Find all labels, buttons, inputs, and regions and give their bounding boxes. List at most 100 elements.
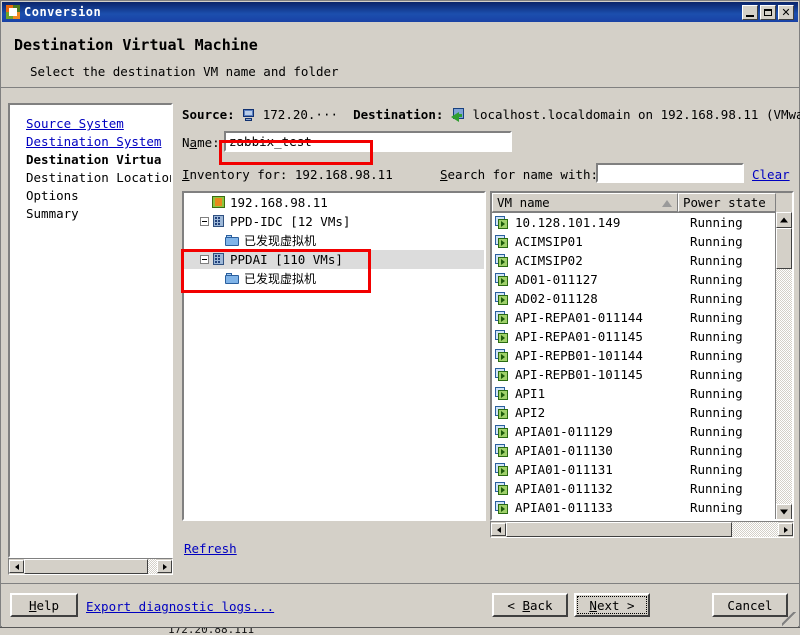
vm-list-row[interactable]: API-REPA01-011145 Running: [492, 327, 776, 346]
vm-name-input[interactable]: [224, 131, 512, 152]
vm-list-header: VM name Power state: [492, 193, 792, 213]
vm-scroll-track[interactable]: [776, 228, 792, 504]
scroll-left-icon[interactable]: [491, 523, 506, 536]
sidebar-scroll-track[interactable]: [24, 559, 157, 574]
tree-node-ppd-idc[interactable]: PPD-IDC [12 VMs]: [184, 212, 484, 231]
vm-name-cell: API2: [515, 405, 546, 420]
scroll-down-icon[interactable]: [776, 504, 792, 519]
vm-name-cell: ACIMSIP01: [515, 234, 583, 249]
vm-power-state-cell: Running: [689, 348, 743, 363]
page-header: Destination Virtual Machine Select the d…: [2, 22, 798, 88]
datacenter-icon: [212, 215, 226, 228]
vm-power-state-cell: Running: [689, 272, 743, 287]
vm-name-cell: API1: [515, 386, 546, 401]
folder-icon: [225, 234, 240, 247]
tree-node-label: PPD-IDC [12 VMs]: [230, 214, 351, 229]
vm-list-body[interactable]: 10.128.101.149 Running ACIMSIP01 Running ACI…: [492, 213, 776, 519]
virtual-machine-icon: [495, 273, 510, 286]
vm-list-row[interactable]: AD02-011128 Running: [492, 289, 776, 308]
sidebar-horizontal-scrollbar[interactable]: [8, 558, 173, 575]
column-header-label: Power state: [683, 195, 766, 210]
column-header-vm-name[interactable]: VM name: [492, 193, 678, 212]
sidebar-item-destination-system[interactable]: Destination System: [10, 133, 171, 151]
tree-node-ppdai-discovered-vms[interactable]: 已发现虚拟机: [184, 269, 484, 288]
source-value: 172.20.···: [262, 107, 339, 122]
vm-power-state-cell: Running: [689, 253, 743, 268]
vm-list-row[interactable]: APIA01-011131 Running: [492, 460, 776, 479]
vm-name-cell: API-REPB01-101144: [515, 348, 643, 363]
source-label: Source:: [182, 107, 235, 122]
virtual-machine-icon: [495, 235, 510, 248]
scroll-left-icon[interactable]: [9, 560, 24, 573]
tree-node-label: 192.168.98.11: [230, 195, 328, 210]
vm-hscroll-track[interactable]: [506, 522, 778, 537]
maximize-button[interactable]: [760, 4, 776, 20]
content-area: Source System Destination System Destina…: [2, 89, 800, 583]
sidebar-item-summary[interactable]: Summary: [10, 205, 171, 223]
folder-icon: [225, 272, 240, 285]
title-bar: Conversion ✕: [2, 2, 798, 22]
vm-list-row[interactable]: APIA01-011132 Running: [492, 479, 776, 498]
sidebar-item-destination-virtual-machine[interactable]: Destination Virtua: [10, 151, 171, 169]
virtual-machine-icon: [495, 292, 510, 305]
vm-list-row[interactable]: ACIMSIP02 Running: [492, 251, 776, 270]
resize-grip[interactable]: [782, 612, 796, 626]
name-row: Name:: [182, 131, 792, 153]
cancel-button[interactable]: Cancel: [712, 593, 788, 617]
vm-power-state-cell: Running: [689, 329, 743, 344]
computer-icon: [242, 109, 255, 121]
refresh-link[interactable]: Refresh: [184, 541, 237, 556]
column-header-power-state[interactable]: Power state: [678, 193, 776, 212]
inventory-tree[interactable]: 192.168.98.11 PPD-IDC [12 VMs] 已发现虚拟机 PP…: [182, 191, 486, 521]
search-label: Search for name with:: [440, 167, 599, 182]
vm-list-row[interactable]: API-REPA01-011144 Running: [492, 308, 776, 327]
tree-node-root[interactable]: 192.168.98.11: [184, 193, 484, 212]
vm-list-row[interactable]: API2 Running: [492, 403, 776, 422]
vm-power-state-cell: Running: [689, 443, 743, 458]
inventory-label: Inventory for: 192.168.98.11: [182, 167, 393, 182]
clear-link[interactable]: Clear: [752, 167, 790, 182]
back-button[interactable]: < Back: [492, 593, 568, 617]
tree-node-ppdai[interactable]: PPDAI [110 VMs]: [184, 250, 484, 269]
sidebar-scroll-thumb[interactable]: [24, 559, 148, 574]
vm-power-state-cell: Running: [689, 310, 743, 325]
vm-list-row[interactable]: APIA01-011129 Running: [492, 422, 776, 441]
search-input[interactable]: [596, 163, 744, 183]
sidebar-item-source-system[interactable]: Source System: [10, 115, 171, 133]
expander-minus-icon[interactable]: [200, 255, 209, 264]
vm-list-row[interactable]: 10.128.101.149 Running: [492, 213, 776, 232]
expander-minus-icon[interactable]: [200, 217, 209, 226]
vm-list-vertical-scrollbar[interactable]: [775, 212, 792, 519]
tree-node-label: PPDAI [110 VMs]: [230, 252, 343, 267]
vm-list-row[interactable]: API1 Running: [492, 384, 776, 403]
header-divider: [1, 87, 799, 88]
close-icon[interactable]: ✕: [778, 4, 794, 20]
vm-list-row[interactable]: AD01-011127 Running: [492, 270, 776, 289]
vm-list-row[interactable]: API-REPB01-101144 Running: [492, 346, 776, 365]
sidebar-item-destination-location[interactable]: Destination Location: [10, 169, 171, 187]
vm-list-row[interactable]: API-REPB01-101145 Running: [492, 365, 776, 384]
vm-hscroll-thumb[interactable]: [506, 522, 732, 537]
minimize-button[interactable]: [742, 4, 758, 20]
export-diagnostic-logs-link[interactable]: Export diagnostic logs...: [86, 599, 274, 614]
tree-node-ppd-idc-discovered-vms[interactable]: 已发现虚拟机: [184, 231, 484, 250]
vm-scroll-thumb[interactable]: [776, 228, 792, 269]
vm-list-row[interactable]: APIA01-011133 Running: [492, 498, 776, 517]
virtual-machine-icon: [495, 216, 510, 229]
vm-name-cell: APIA01-011131: [515, 462, 613, 477]
virtual-machine-icon: [495, 406, 510, 419]
scroll-right-icon[interactable]: [778, 523, 793, 536]
help-button[interactable]: Help: [10, 593, 78, 617]
vm-list-row[interactable]: APIA01-011130 Running: [492, 441, 776, 460]
next-button[interactable]: Next >: [574, 593, 650, 617]
vm-list-horizontal-scrollbar[interactable]: [490, 521, 794, 538]
vm-name-cell: API-REPB01-101145: [515, 367, 643, 382]
virtual-machine-icon: [495, 444, 510, 457]
sidebar-item-options[interactable]: Options: [10, 187, 171, 205]
page-subtitle: Select the destination VM name and folde…: [30, 64, 339, 79]
sort-ascending-icon: [662, 200, 672, 207]
vm-name-cell: APIA01-011133: [515, 500, 613, 515]
vm-list-row[interactable]: ACIMSIP01 Running: [492, 232, 776, 251]
scroll-up-icon[interactable]: [776, 212, 792, 228]
scroll-right-icon[interactable]: [157, 560, 172, 573]
